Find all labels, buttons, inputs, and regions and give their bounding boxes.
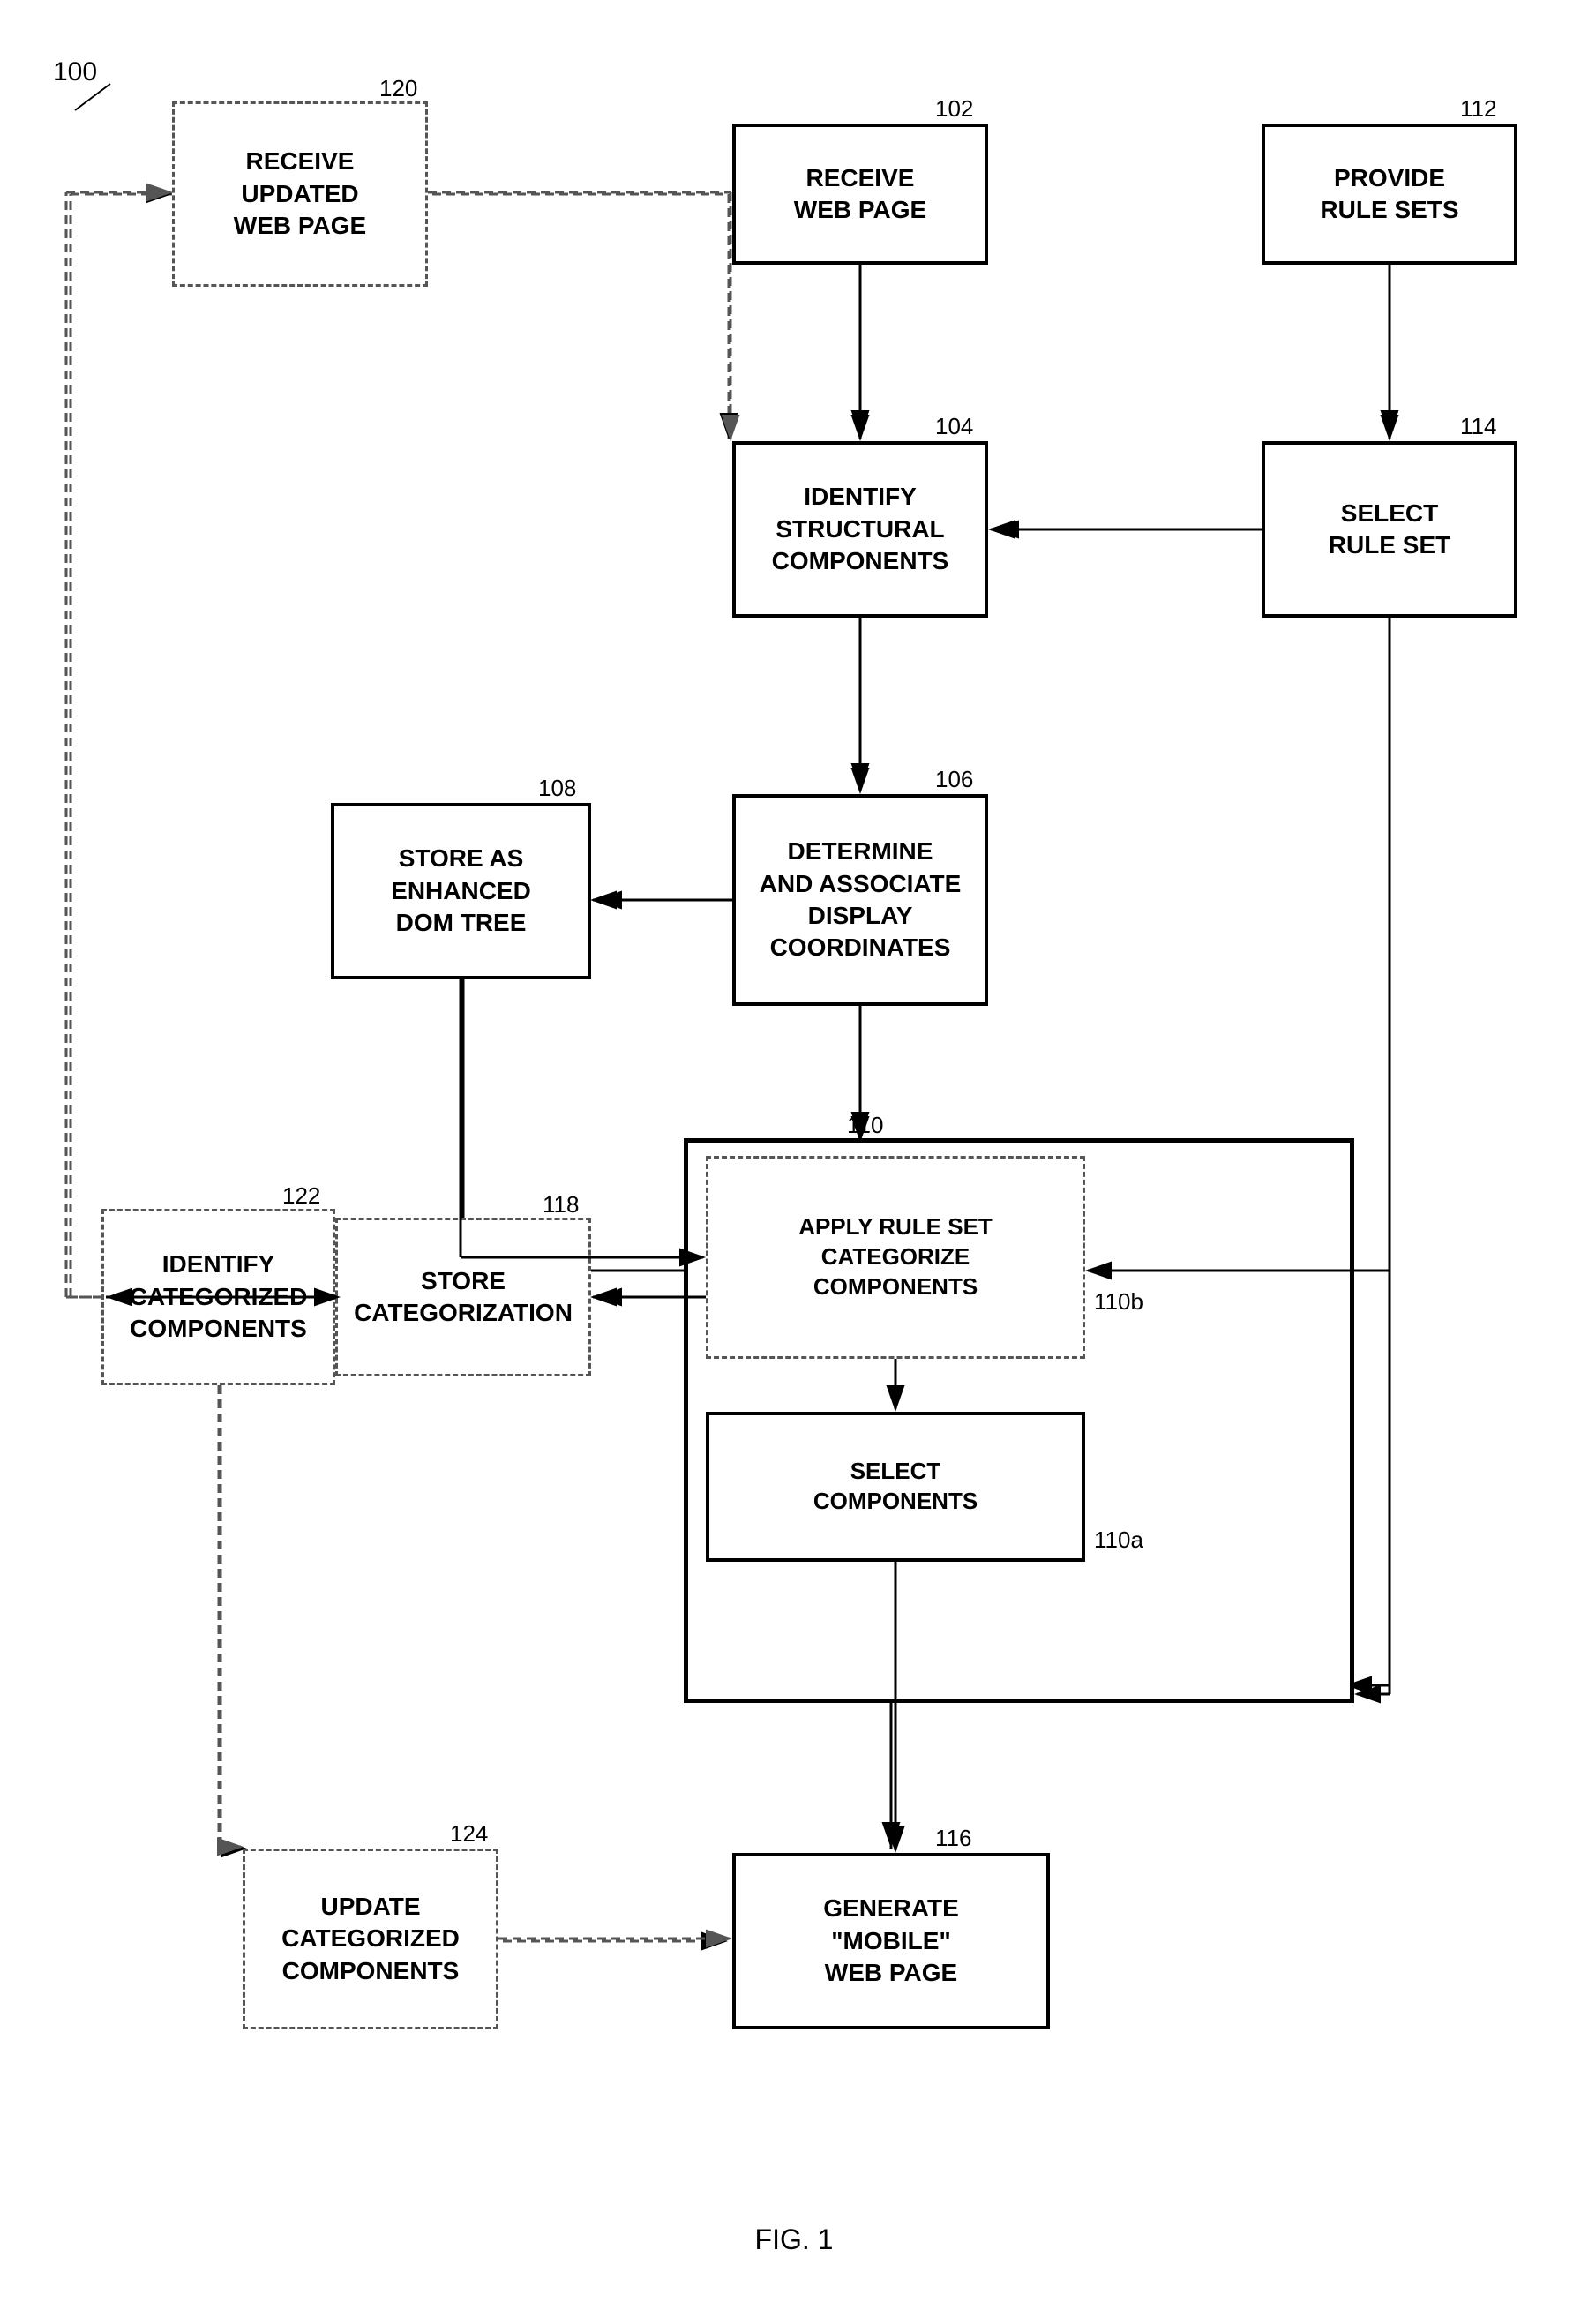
box-determine-associate-display-coordinates-label: DETERMINEAND ASSOCIATEDISPLAYCOORDINATES xyxy=(760,836,962,964)
box-identify-structural-components-label: IDENTIFYSTRUCTURALCOMPONENTS xyxy=(772,481,949,577)
box-receive-web-page-label: RECEIVEWEB PAGE xyxy=(794,162,926,227)
box-identify-structural-components: IDENTIFYSTRUCTURALCOMPONENTS xyxy=(732,441,988,618)
ref-110: 110 xyxy=(847,1112,883,1139)
box-select-components-label: SELECTCOMPONENTS xyxy=(813,1457,978,1517)
box-generate-mobile-web-page-label: GENERATE"MOBILE"WEB PAGE xyxy=(823,1893,959,1989)
ref-118: 118 xyxy=(543,1191,579,1219)
box-store-enhanced-dom-tree-label: STORE ASENHANCEDDOM TREE xyxy=(391,843,531,939)
box-select-rule-set: SELECTRULE SET xyxy=(1262,441,1517,618)
box-update-categorized-components: UPDATECATEGORIZEDCOMPONENTS xyxy=(243,1849,498,2029)
ref-104: 104 xyxy=(935,413,973,440)
ref-102: 102 xyxy=(935,95,973,123)
box-receive-web-page: RECEIVEWEB PAGE xyxy=(732,124,988,265)
box-generate-mobile-web-page: GENERATE"MOBILE"WEB PAGE xyxy=(732,1853,1050,2029)
box-apply-rule-set-categorize-label: APPLY RULE SETCATEGORIZECOMPONENTS xyxy=(798,1212,993,1301)
box-store-categorization-label: STORECATEGORIZATION xyxy=(354,1265,573,1330)
ref-106: 106 xyxy=(935,766,973,793)
ref-124: 124 xyxy=(450,1820,488,1848)
box-update-categorized-components-label: UPDATECATEGORIZEDCOMPONENTS xyxy=(281,1891,460,1987)
box-receive-updated-web-page-label: RECEIVEUPDATEDWEB PAGE xyxy=(234,146,366,242)
ref-120: 120 xyxy=(379,75,417,102)
ref-122: 122 xyxy=(282,1182,320,1210)
box-determine-associate-display-coordinates: DETERMINEAND ASSOCIATEDISPLAYCOORDINATES xyxy=(732,794,988,1006)
box-receive-updated-web-page: RECEIVEUPDATEDWEB PAGE xyxy=(172,101,428,287)
box-store-categorization: STORECATEGORIZATION xyxy=(335,1218,591,1376)
box-provide-rule-sets: PROVIDERULE SETS xyxy=(1262,124,1517,265)
box-provide-rule-sets-label: PROVIDERULE SETS xyxy=(1320,162,1458,227)
box-apply-rule-set-categorize: APPLY RULE SETCATEGORIZECOMPONENTS xyxy=(706,1156,1085,1359)
diagram-container: 100 RECEIVEUPDATEDWEB PAGE 120 RECEIVEWE… xyxy=(0,0,1596,2310)
box-select-components: SELECTCOMPONENTS xyxy=(706,1412,1085,1562)
box-store-enhanced-dom-tree: STORE ASENHANCEDDOM TREE xyxy=(331,803,591,979)
ref-108: 108 xyxy=(538,775,576,802)
ref-110a: 110a xyxy=(1094,1526,1143,1554)
label-100-arrow xyxy=(66,79,119,115)
ref-112: 112 xyxy=(1460,95,1496,123)
box-select-rule-set-label: SELECTRULE SET xyxy=(1329,498,1450,562)
arrow-118-to-122 xyxy=(101,1288,340,1306)
figure-label: FIG. 1 xyxy=(706,2224,882,2256)
ref-110b: 110b xyxy=(1094,1288,1143,1316)
ref-116: 116 xyxy=(935,1825,971,1852)
ref-114: 114 xyxy=(1460,413,1496,440)
